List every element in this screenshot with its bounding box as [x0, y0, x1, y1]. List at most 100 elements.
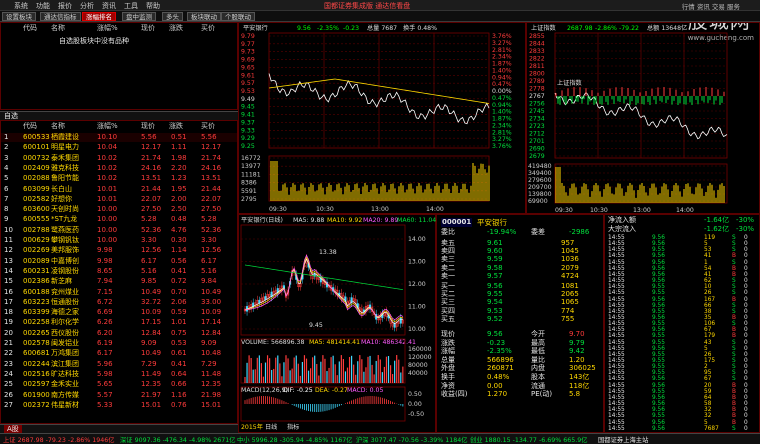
tick-side: B [732, 327, 736, 334]
row-name: 中嘉博创 [51, 256, 79, 265]
tick-time: 14:55 [608, 394, 625, 401]
col-change[interactable]: 涨跌 [169, 122, 183, 131]
table-row[interactable]: 15 002386 新芝麻 7.94 9.85 0.72 9.84 [1, 277, 237, 286]
status-sz[interactable]: 深证 9097.36 -476.34 -4.98% 2671亿 [120, 435, 236, 444]
intraday-ytick: 9.37 [241, 119, 255, 126]
tick-volume: 5 [704, 241, 708, 248]
tab-gain-rank[interactable]: 涨幅排名 [82, 12, 116, 21]
table-row[interactable]: 26 601900 南方传媒 5.57 21.97 1.16 21.98 [1, 391, 237, 400]
status-zx[interactable]: 中小 5996.28 -305.94 -4.85% 1167亿 [237, 435, 353, 444]
intraday-turnover: 换手 0.48% [403, 24, 437, 32]
tab-monitor[interactable]: 盘中监测 [122, 12, 156, 21]
table-row[interactable]: 14 600231 凌钢股份 8.65 5.16 0.41 5.16 [1, 267, 237, 276]
tick-price: 9.56 [652, 296, 665, 303]
table-row[interactable]: 16 600188 兖州煤业 7.15 10.49 0.70 10.49 [1, 288, 237, 297]
macd-tick: -0.50 [408, 411, 424, 418]
row-name: 旷达科技 [51, 369, 79, 378]
table-row[interactable]: 20 002265 西仪股份 6.20 12.84 0.75 12.84 [1, 329, 237, 338]
tick-count: 0 [744, 413, 748, 420]
table-row[interactable]: 24 002516 旷达科技 5.98 11.49 0.64 11.48 [1, 370, 237, 379]
col-bid[interactable]: 买价 [201, 122, 215, 131]
col-name[interactable]: 名称 [51, 122, 65, 131]
menu-news[interactable]: 资讯 [102, 1, 116, 11]
row-index: 7 [4, 194, 9, 203]
table-row[interactable]: 18 603399 海德之家 6.69 10.09 0.59 10.09 [1, 308, 237, 317]
col-code[interactable]: 代码 [23, 122, 37, 131]
row-bid: 6.17 [201, 256, 217, 265]
index-ytick: 2855 [529, 33, 545, 40]
index-voltick: 69900 [528, 198, 548, 205]
macd-dea: DEA: -0.27 [315, 387, 348, 394]
index-ytick: 2844 [529, 41, 545, 48]
table-row[interactable]: 1 600533 栖霞建设 10.10 5.56 0.51 5.56 [1, 133, 237, 142]
index-chg: -79.22 [619, 25, 639, 32]
table-row[interactable]: 7 002582 好想你 10.01 22.07 2.00 22.07 [1, 195, 237, 204]
row-pct: 10.04 [97, 143, 118, 152]
tick-count: 0 [744, 351, 748, 358]
kline-low: 9.45 [309, 322, 323, 329]
tab-settings-block[interactable]: 设置板块 [2, 12, 36, 21]
tab-bar: 设置板块 通达信指标 涨幅排名 盘中监测 多头 板块联动 个股联动 [0, 11, 760, 22]
tab-long[interactable]: 多头 [162, 12, 183, 21]
kline-tab-day[interactable]: 日线 [265, 423, 277, 431]
tick-volume: 1 [704, 259, 708, 266]
row-name: 好想你 [51, 194, 72, 203]
status-cy[interactable]: 创业 1880.15 -134.77 -6.69% 665.9亿 [470, 435, 588, 444]
row-change: 0.41 [171, 359, 187, 368]
table-row[interactable]: 9 600555 *ST九龙 10.00 5.28 0.48 5.28 [1, 215, 237, 224]
row-code: 603600 [23, 205, 50, 214]
table-row[interactable]: 27 002372 伟星新材 5.33 15.01 0.76 15.01 [1, 401, 237, 410]
row-index: 11 [4, 236, 13, 244]
tick-row: 14:55 9.55 32 B 0 [608, 413, 758, 419]
col-price[interactable]: 现价 [141, 122, 155, 131]
menu-system[interactable]: 系统 [14, 1, 28, 11]
status-hs[interactable]: 沪深 3077.47 -70.56 -3.39% 1184亿 [356, 435, 468, 444]
table-row[interactable]: 13 002089 中嘉博创 9.98 6.17 0.56 6.17 [1, 257, 237, 266]
menu-tools[interactable]: 工具 [124, 1, 138, 11]
menu-analysis[interactable]: 分析 [80, 1, 94, 11]
tick-time: 14:55 [608, 247, 625, 254]
tab-indicator[interactable]: 通达信指标 [40, 12, 81, 21]
table-row[interactable]: 17 603223 恒通股份 6.72 32.72 2.06 33.00 [1, 298, 237, 307]
intraday-voltick: 2795 [241, 196, 257, 203]
tab-block-link[interactable]: 板块联动 [187, 12, 221, 21]
table-row[interactable]: 22 600681 万鸿集团 6.17 10.49 0.61 10.48 [1, 349, 237, 358]
tick-row: 14:55 9.55 10 S 0 [608, 284, 758, 290]
tick-time: 14:55 [608, 364, 625, 371]
table-row[interactable]: 25 002597 金禾实业 5.65 12.35 0.66 12.35 [1, 380, 237, 389]
row-index: 18 [4, 308, 13, 317]
table-row[interactable]: 6 603099 长白山 10.01 21.44 1.95 21.44 [1, 185, 237, 194]
menu-help[interactable]: 帮助 [146, 1, 160, 11]
kline-tab-indicator[interactable]: 指标 [287, 423, 299, 431]
row-index: 24 [4, 369, 13, 378]
buy-level-row[interactable]: 买五 9.52 755 [441, 315, 601, 324]
stat-row: 收益(四) 1.270 PE(动) 5.8 [441, 390, 601, 399]
row-code: 600681 [23, 349, 50, 358]
table-row[interactable]: 23 002244 滨江集团 5.96 7.29 0.41 7.29 [1, 360, 237, 369]
tick-count: 0 [744, 370, 748, 377]
kline-vol-tick: 40000 [408, 370, 428, 377]
kline-ma5: MA5: 9.88 [293, 217, 324, 224]
row-index: 1 [4, 133, 9, 141]
row-pct: 9.98 [97, 246, 113, 255]
tick-price: 9.55 [652, 333, 665, 340]
table-row[interactable]: 3 000732 泰禾集团 10.02 21.74 1.98 21.74 [1, 154, 237, 163]
table-row[interactable]: 21 002578 闽发铝业 6.19 9.09 0.53 9.09 [1, 339, 237, 348]
row-pct: 8.65 [97, 266, 113, 275]
col-pct[interactable]: 涨幅% [97, 122, 118, 131]
table-row[interactable]: 12 002269 美邦服饰 9.98 12.56 1.14 12.56 [1, 246, 237, 255]
row-pct: 7.94 [97, 277, 113, 286]
table-row[interactable]: 10 002788 鹭燕医药 10.00 52.36 4.76 52.36 [1, 226, 237, 235]
table-row[interactable]: 5 002088 鲁阳节能 10.02 13.51 1.23 13.51 [1, 174, 237, 183]
table-row[interactable]: 8 603600 天创时尚 10.00 27.50 2.50 27.50 [1, 205, 237, 214]
menu-function[interactable]: 功能 [36, 1, 50, 11]
status-sh[interactable]: 上证 2687.98 -79.23 -2.86% 1946亿 [3, 435, 115, 444]
sell-level-row[interactable]: 卖一 9.57 4724 [441, 272, 601, 281]
tick-row: 14:55 9.56 64 B 0 [608, 395, 758, 401]
table-row[interactable]: 2 600101 明星电力 10.04 12.17 1.11 12.17 [1, 143, 237, 152]
tab-stock-link[interactable]: 个股联动 [221, 12, 255, 21]
table-row[interactable]: 19 002258 利尔化学 6.26 17.15 1.01 17.14 [1, 318, 237, 327]
table-row[interactable]: 4 002409 雅克科技 10.02 24.16 2.20 24.16 [1, 164, 237, 173]
menu-quote[interactable]: 报价 [58, 1, 72, 11]
table-row[interactable]: 11 000629 攀钢钒钛 10.00 3.30 0.30 3.30 [1, 236, 237, 245]
